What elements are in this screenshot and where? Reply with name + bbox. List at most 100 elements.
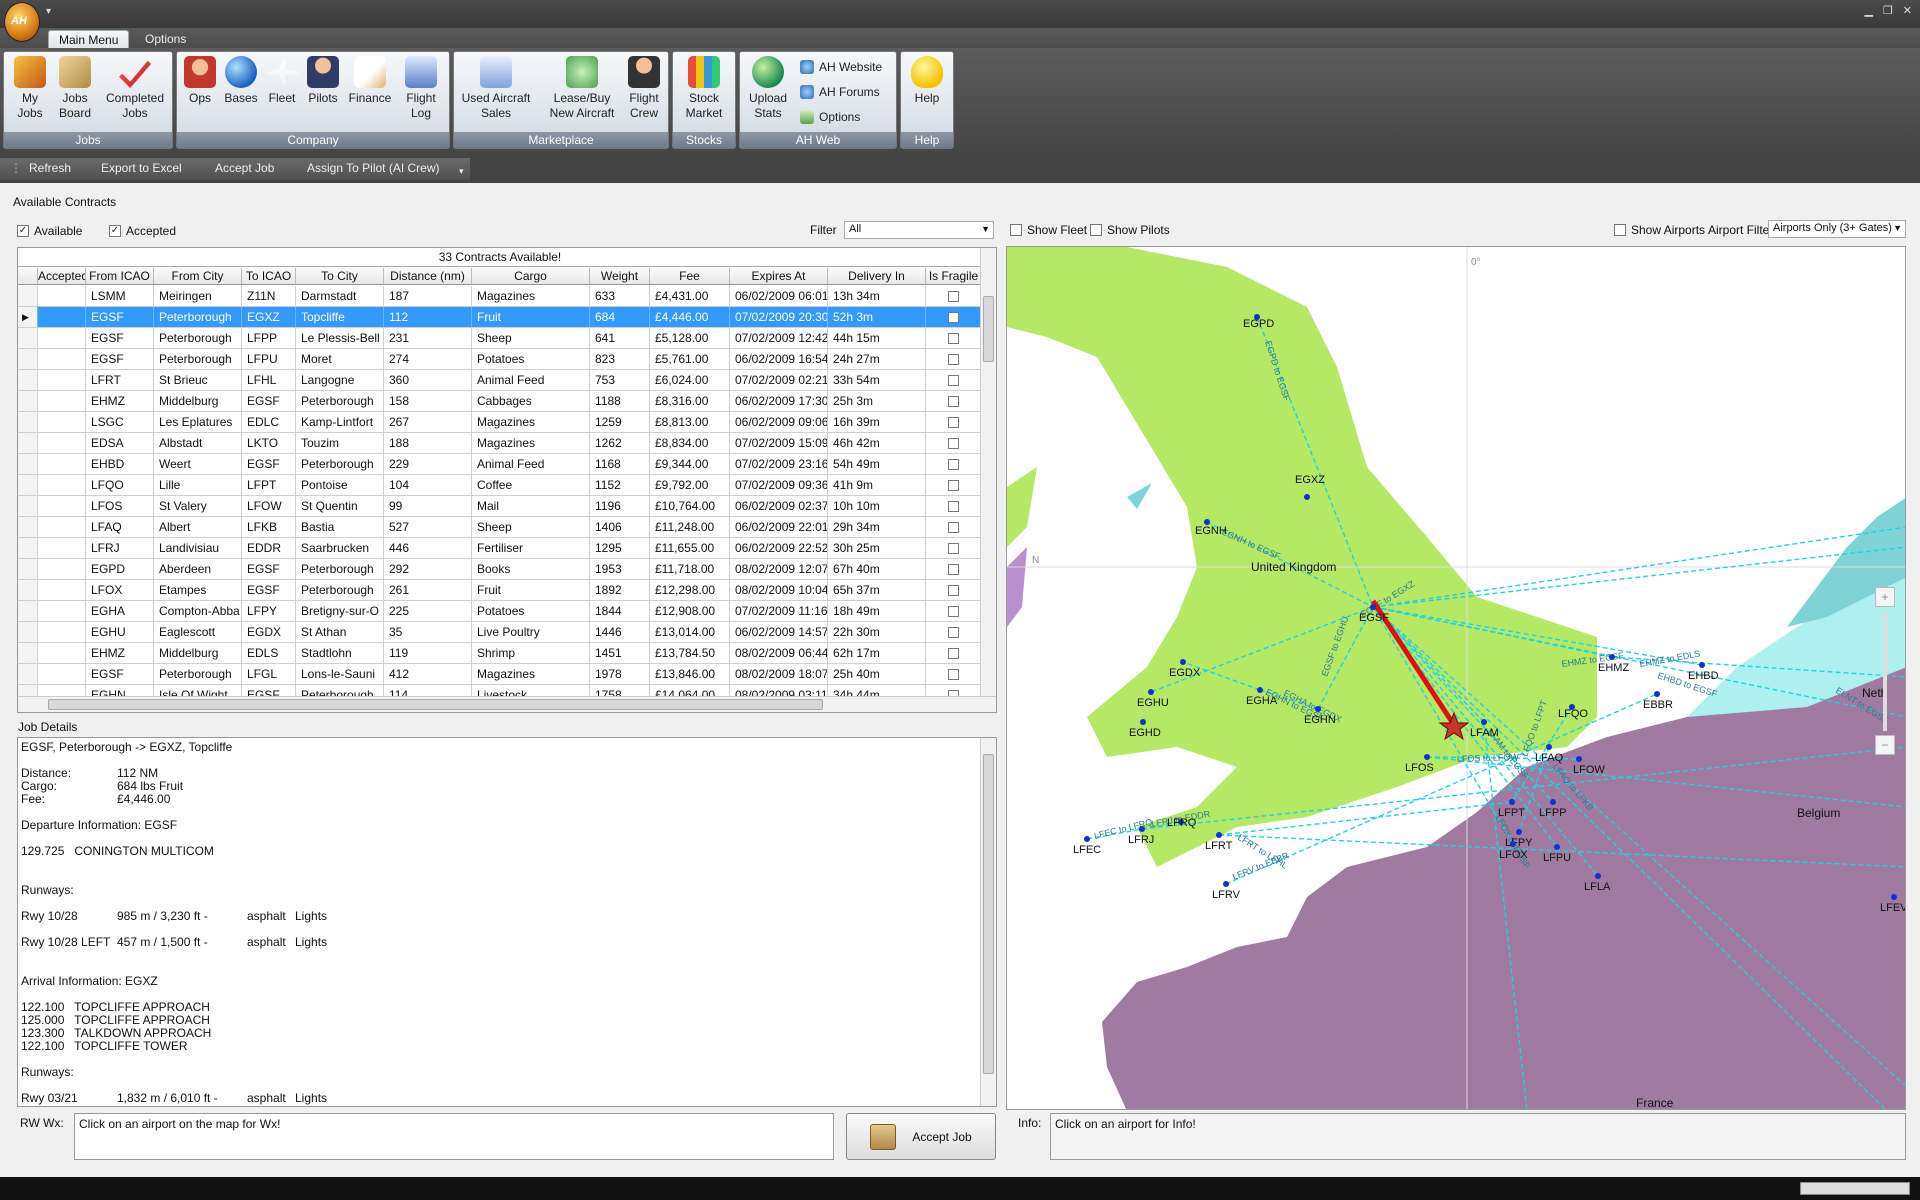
show-airports-checkbox[interactable]: Show Airports (1614, 223, 1705, 237)
table-cell[interactable] (926, 328, 982, 348)
table-cell[interactable] (926, 454, 982, 474)
used-aircraft-sales-button[interactable]: Used Aircraft Sales (460, 56, 532, 121)
tab-main-menu[interactable]: Main Menu (48, 30, 130, 48)
row-header[interactable] (18, 517, 38, 537)
table-row[interactable]: EGSF Peterborough LFPU Moret 274 Potatoes 823 £… (18, 349, 982, 370)
is-fragile-checkbox[interactable] (948, 417, 959, 429)
table-cell[interactable] (926, 307, 982, 327)
row-header[interactable] (18, 286, 38, 306)
airport-label[interactable]: LFRV (1212, 889, 1241, 901)
table-cell[interactable] (926, 391, 982, 411)
table-row[interactable]: EDSA Albstadt LKTO Touzim 188 Magazines 1262 £8… (18, 433, 982, 454)
is-fragile-checkbox[interactable] (948, 291, 959, 303)
available-checkbox-box[interactable]: ✓ (17, 225, 29, 237)
row-header[interactable] (18, 496, 38, 516)
table-cell[interactable] (926, 412, 982, 432)
airport-label[interactable]: LFEV (1880, 902, 1906, 914)
show-pilots-checkbox[interactable]: Show Pilots (1090, 223, 1170, 237)
is-fragile-checkbox[interactable] (948, 459, 959, 471)
row-header[interactable] (18, 559, 38, 579)
export-to-excel-button[interactable]: Export to Excel (101, 161, 182, 175)
airport-dot-icon[interactable] (1370, 604, 1376, 610)
row-header[interactable] (18, 391, 38, 411)
accepted-checkbox[interactable]: ✓ Accepted (109, 224, 176, 238)
ops-button[interactable]: Ops (183, 56, 217, 106)
col-cargo[interactable]: Cargo (472, 268, 590, 284)
table-row[interactable]: ▶ EGSF Peterborough EGXZ Topcliffe 112 Fruit 68… (18, 307, 982, 328)
completed-jobs-button[interactable]: Completed Jobs (102, 56, 168, 121)
help-button[interactable]: Help (907, 56, 947, 106)
airport-dot-icon[interactable] (1139, 826, 1145, 832)
airport-label[interactable]: LFPU (1543, 852, 1571, 864)
airport-label[interactable]: LFRQ (1167, 817, 1197, 829)
assign-to-pilot-button[interactable]: Assign To Pilot (AI Crew) (307, 161, 440, 175)
app-logo[interactable]: AH (4, 2, 40, 42)
airport-dot-icon[interactable] (1576, 756, 1582, 762)
airport-label[interactable]: LFAQ (1535, 752, 1564, 764)
table-cell[interactable] (926, 496, 982, 516)
ah-website-button[interactable]: AH Website (800, 60, 882, 74)
table-row[interactable]: LFRT St Brieuc LFHL Langogne 360 Animal Feed 7… (18, 370, 982, 391)
flight-log-button[interactable]: Flight Log (399, 56, 443, 121)
is-fragile-checkbox[interactable] (948, 333, 959, 345)
airport-label[interactable]: LFRJ (1128, 834, 1154, 846)
airport-dot-icon[interactable] (1424, 754, 1430, 760)
row-header[interactable] (18, 454, 38, 474)
is-fragile-checkbox[interactable] (948, 627, 959, 639)
col-to-city[interactable]: To City (296, 268, 384, 284)
airport-label[interactable]: EGDX (1169, 667, 1201, 679)
airport-dot-icon[interactable] (1510, 841, 1516, 847)
airport-label[interactable]: LFOS (1405, 762, 1434, 774)
row-header[interactable] (18, 622, 38, 642)
airport-label[interactable]: LFAM (1470, 727, 1499, 739)
row-header[interactable] (18, 349, 38, 369)
row-header[interactable]: ▶ (18, 307, 38, 327)
airport-label[interactable]: LFPP (1539, 807, 1567, 819)
airport-dot-icon[interactable] (1304, 494, 1310, 500)
is-fragile-checkbox[interactable] (948, 543, 959, 555)
col-weight[interactable]: Weight (590, 268, 650, 284)
available-checkbox[interactable]: ✓ Available (17, 224, 82, 238)
table-row[interactable]: LFOX Etampes EGSF Peterborough 261 Fruit 1892 £… (18, 580, 982, 601)
airport-dot-icon[interactable] (1140, 719, 1146, 725)
row-header[interactable] (18, 370, 38, 390)
airport-label[interactable]: LFLA (1584, 881, 1611, 893)
map-zoom-control[interactable]: + − (1875, 587, 1895, 755)
show-fleet-checkbox[interactable]: Show Fleet (1010, 223, 1087, 237)
table-row[interactable]: LFOS St Valery LFOW St Quentin 99 Mail 1196 £10… (18, 496, 982, 517)
airport-dot-icon[interactable] (1180, 659, 1186, 665)
filter-select[interactable]: All ▼ (844, 221, 994, 239)
route-map[interactable]: 0° N EGPD to EGSF EGNH to EGSF EGSF to EGX… (1006, 246, 1906, 1110)
airport-label[interactable]: LFQO (1558, 708, 1588, 720)
show-airports-checkbox-box[interactable] (1614, 224, 1626, 236)
table-cell[interactable] (926, 664, 982, 684)
tab-options[interactable]: Options (135, 30, 196, 48)
table-cell[interactable] (926, 601, 982, 621)
stock-market-button[interactable]: Stock Market (677, 56, 731, 121)
grid-vertical-scroll-thumb[interactable] (983, 296, 994, 362)
airport-dot-icon[interactable] (1315, 706, 1321, 712)
details-scroll-thumb[interactable] (983, 754, 994, 1074)
lease-buy-aircraft-button[interactable]: Lease/Buy New Aircraft (546, 56, 618, 121)
table-row[interactable]: LSGC Les Eplatures EDLC Kamp-Lintfort 267 Mag… (18, 412, 982, 433)
airport-label[interactable]: EGHU (1137, 697, 1169, 709)
table-row[interactable]: EHMZ Middelburg EGSF Peterborough 158 Cabbage… (18, 391, 982, 412)
airport-dot-icon[interactable] (1699, 662, 1705, 668)
airport-label[interactable]: LFRT (1205, 840, 1233, 852)
col-from-icao[interactable]: From ICAO (86, 268, 154, 284)
grid-horizontal-scrollbar[interactable] (18, 696, 996, 712)
flight-crew-button[interactable]: Flight Crew (624, 56, 664, 121)
show-fleet-checkbox-box[interactable] (1010, 224, 1022, 236)
airport-label[interactable]: EHMZ (1598, 662, 1629, 674)
table-cell[interactable] (926, 622, 982, 642)
row-header[interactable] (18, 433, 38, 453)
table-row[interactable]: LSMM Meiringen Z11N Darmstadt 187 Magazines 63… (18, 286, 982, 307)
finance-button[interactable]: Finance (347, 56, 393, 106)
airport-label[interactable]: EGNH (1195, 525, 1227, 537)
is-fragile-checkbox[interactable] (948, 522, 959, 534)
airport-dot-icon[interactable] (1554, 844, 1560, 850)
is-fragile-checkbox[interactable] (948, 438, 959, 450)
table-row[interactable]: EGSF Peterborough LFPP Le Plessis-Bell 231 Sh… (18, 328, 982, 349)
row-header[interactable] (18, 643, 38, 663)
col-distance[interactable]: Distance (nm) (384, 268, 472, 284)
